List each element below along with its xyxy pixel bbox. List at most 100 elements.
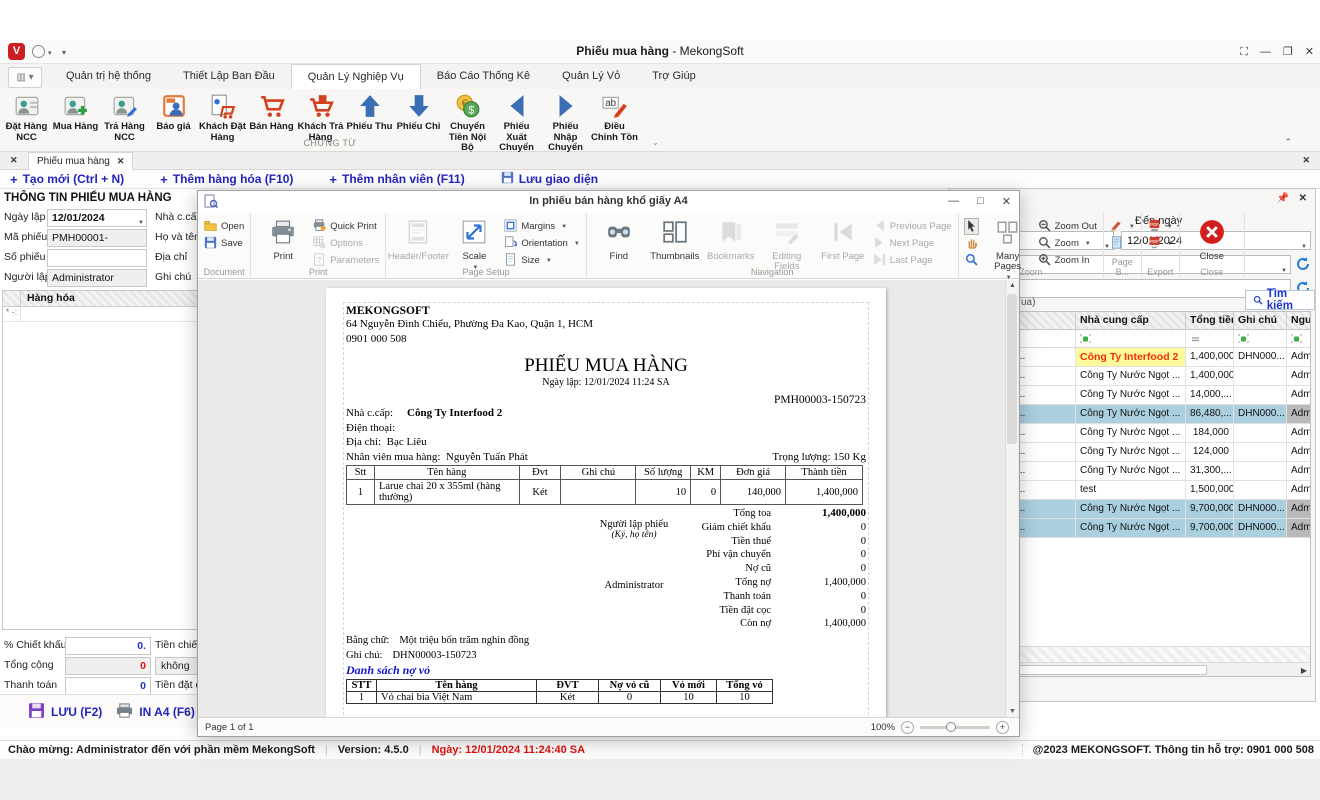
toolbar-button-save[interactable]: Save	[204, 236, 244, 251]
scroll-right-icon[interactable]: ▶	[1301, 666, 1307, 675]
field-3[interactable]: Administrator	[47, 269, 147, 287]
close-red-icon	[1199, 219, 1225, 250]
cell: 86,480,...	[1186, 405, 1234, 423]
tabbar-close-icon[interactable]: ✕	[10, 155, 18, 166]
zoom-slider-knob[interactable]	[946, 722, 956, 732]
action-button-3[interactable]: Lưu giao diện	[491, 170, 624, 188]
pin-icon[interactable]: 📌	[1277, 193, 1289, 204]
toolbar-group-document: OpenSaveDocument	[198, 213, 251, 278]
grid-filter-cell-1[interactable]	[1076, 330, 1186, 347]
doc-company: MEKONGSOFT	[346, 305, 866, 317]
plus-icon: +	[160, 172, 168, 187]
toolbar-button-close[interactable]: Close	[1186, 216, 1238, 262]
ribbon-tab-3[interactable]: Báo Cáo Thống Kê	[421, 64, 546, 89]
toolbar-button-print[interactable]: Print	[257, 216, 309, 262]
toolbar-button-watermark[interactable]: ▼	[1110, 219, 1135, 234]
toolbar-group-navigation: FindThumbnailsBookmarksEditing FieldsFir…	[587, 213, 959, 278]
vo-header: STT	[347, 680, 377, 692]
dialog-minimize-button[interactable]: —	[948, 195, 959, 208]
toolbar-button-parameters: ?Parameters	[313, 253, 379, 268]
ribbon-tab-2[interactable]: Quản Lý Nghiệp Vụ	[291, 64, 421, 89]
total-field-2[interactable]: 0	[65, 677, 151, 695]
toolbar-button-zoom[interactable]: Zoom▼	[1038, 236, 1097, 251]
preview-vertical-scrollbar[interactable]: ▲ ▼	[1005, 280, 1018, 717]
toolbar-button-zoom-in[interactable]: Zoom In	[1038, 253, 1097, 268]
grid-filter-cell-2[interactable]	[1186, 330, 1234, 347]
ribbon-group-dialog-icon[interactable]: ⌄	[652, 138, 659, 147]
doc-totals: Người lập phiếu (Ký, họ tên) Administrat…	[346, 507, 866, 631]
toolbar-button-orientation[interactable]: Orientation▼	[504, 236, 579, 251]
cell	[1234, 443, 1287, 461]
grid-column-header-2[interactable]: Tổng tiền	[1186, 312, 1234, 329]
search-button[interactable]: Tìm kiếm	[1245, 290, 1315, 310]
toolbar-button-bookmarks: Bookmarks	[705, 216, 757, 262]
restore-button[interactable]: ❐	[1283, 45, 1293, 59]
zoom-in-button[interactable]: +	[996, 721, 1009, 734]
ribbon-collapse-icon[interactable]: ⌃	[1284, 137, 1292, 148]
field-0[interactable]: 12/01/2024▼	[47, 209, 147, 227]
footer-button-1[interactable]: IN A4 (F6)	[116, 702, 195, 722]
action-button-0[interactable]: +Tạo mới (Ctrl + N)	[0, 170, 150, 188]
total-field-0[interactable]: 0.	[65, 637, 151, 655]
ribbon-tab-4[interactable]: Quản Lý Vỏ	[546, 64, 636, 89]
preview-surface[interactable]: MEKONGSOFT 64 Nguyễn Đình Chiểu, Phường …	[198, 280, 1019, 717]
grid-column-header-1[interactable]: Nhà cung cấp	[1076, 312, 1186, 329]
scroll-down-icon[interactable]: ▼	[1006, 708, 1019, 715]
zoom-out-icon	[1038, 219, 1051, 235]
ribbon-app-menu-icon[interactable]: ▥ ▾	[8, 67, 42, 88]
toolbar-button-zoom-out[interactable]: Zoom Out	[1038, 219, 1097, 234]
ribbon-tab-1[interactable]: Thiết Lập Ban Đầu	[167, 64, 291, 89]
toolbar-button-pdf2[interactable]: PDF▼	[1148, 236, 1173, 251]
ribbon-tab-5[interactable]: Trợ Giúp	[636, 64, 711, 89]
field-label-2: Nhà c.cấp	[155, 211, 202, 223]
total-label: Tổng cộng	[4, 659, 54, 671]
zoom-out-button[interactable]: −	[901, 721, 914, 734]
ribbon-tab-0[interactable]: Quản trị hệ thống	[50, 64, 167, 89]
dialog-close-button[interactable]: ✕	[1002, 195, 1011, 208]
dialog-maximize-button[interactable]: □	[977, 195, 984, 208]
toolbar-button-scale[interactable]: Scale▼	[448, 216, 500, 273]
field-1[interactable]: PMH00001-120124	[47, 229, 147, 247]
close-button[interactable]: ✕	[1305, 45, 1314, 59]
grid-filter-cell-4[interactable]	[1287, 330, 1311, 347]
person-badge-icon	[14, 93, 40, 119]
toolbar-button-margins[interactable]: Margins▼	[504, 219, 579, 234]
toolbar-button-size[interactable]: Size▼	[504, 253, 579, 268]
statusbar-version: Version: 4.5.0	[338, 744, 409, 756]
total-field-1[interactable]: 0	[65, 657, 151, 675]
scrollbar-thumb[interactable]	[1007, 294, 1017, 444]
grid-newrow-marker: * -:	[3, 307, 21, 321]
svg-text:PDF: PDF	[1150, 238, 1159, 243]
toolbar-button-page-color[interactable]	[1110, 236, 1135, 251]
toolbar-button-magnifier[interactable]	[965, 253, 978, 268]
tabbar-close-right-icon[interactable]: ✕	[1302, 155, 1310, 166]
action-button-1[interactable]: +Thêm hàng hóa (F10)	[150, 170, 319, 188]
panel-close-icon[interactable]: ✕	[1299, 193, 1307, 204]
fullscreen-button[interactable]: ⛶	[1240, 45, 1248, 59]
pointer-icon	[965, 219, 978, 235]
toolbar-button-quick-print[interactable]: Quick Print	[313, 219, 379, 234]
field-2[interactable]	[47, 249, 147, 267]
toolbar-button-hand[interactable]	[965, 236, 978, 251]
zoom-slider[interactable]	[920, 726, 990, 729]
grid-column-header-4[interactable]: Người	[1287, 312, 1311, 329]
items-header: Đơn giá	[721, 466, 786, 480]
minimize-button[interactable]: —	[1260, 45, 1271, 59]
field-label-2: Họ và tên	[155, 231, 200, 243]
toolbar-button-find[interactable]: Find	[593, 216, 645, 262]
toolbar-button-open[interactable]: Open	[204, 219, 244, 234]
tab-phieu-mua-hang[interactable]: Phiếu mua hàng✕	[28, 152, 133, 170]
grid-filter-cell-3[interactable]	[1234, 330, 1287, 347]
nav-first-icon	[830, 219, 856, 250]
toolbar-button-thumbnails[interactable]: Thumbnails	[649, 216, 701, 262]
refresh-icon[interactable]	[1295, 256, 1311, 272]
footer-button-0[interactable]: LƯU (F2)	[28, 702, 102, 722]
total-row: Còn nợ1,400,000	[346, 617, 866, 631]
toolbar-button-pdf[interactable]: PDF▼	[1148, 219, 1173, 234]
action-button-2[interactable]: +Thêm nhân viên (F11)	[319, 170, 490, 188]
grid-column-header-3[interactable]: Ghi chú	[1234, 312, 1287, 329]
toolbar-button-pointer[interactable]	[965, 219, 978, 234]
scroll-up-icon[interactable]: ▲	[1006, 282, 1019, 289]
field-label: Ngày lập	[4, 211, 45, 223]
tab-close-icon[interactable]: ✕	[117, 156, 125, 166]
